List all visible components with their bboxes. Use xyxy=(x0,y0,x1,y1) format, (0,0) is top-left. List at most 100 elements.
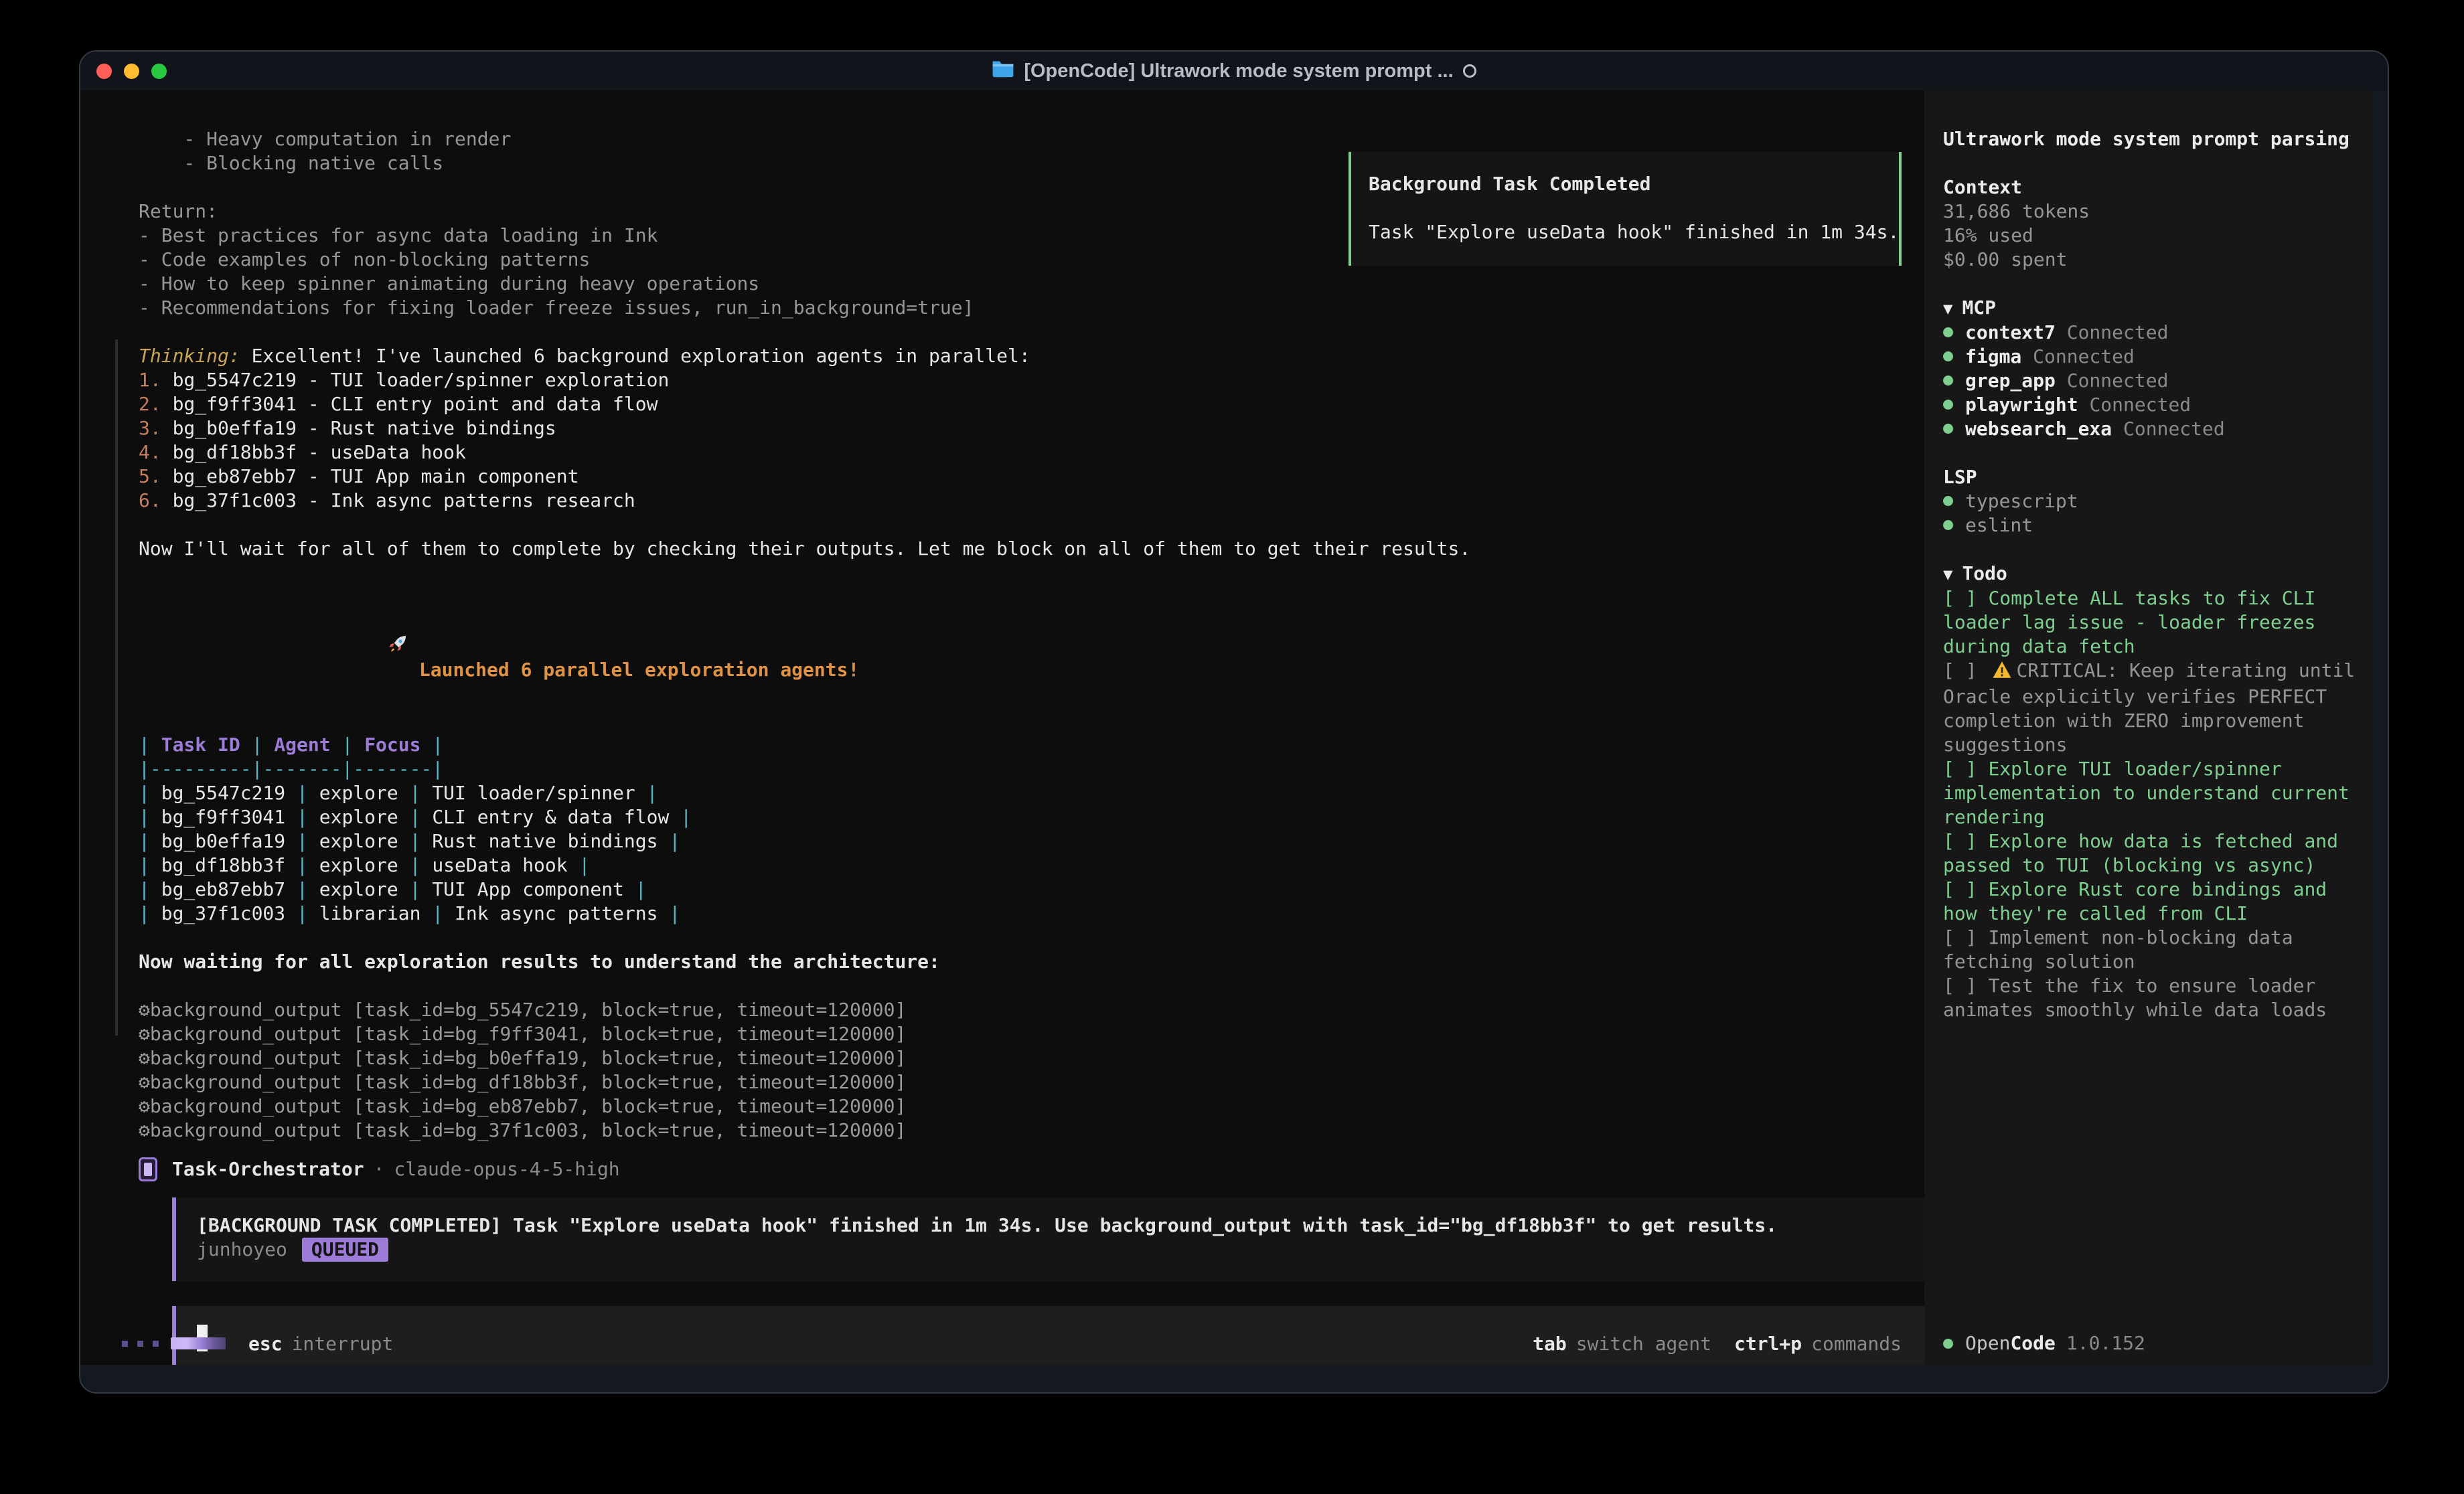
ctrlp-key-label: commands xyxy=(1811,1333,1902,1355)
table-header-row: | Task ID | Agent | Focus | xyxy=(139,733,1924,757)
list-text: bg_df18bb3f - useData hook xyxy=(161,441,466,463)
table-separator: |---------|-------|-------| xyxy=(139,757,1924,781)
warning-icon xyxy=(1992,661,2012,685)
list-number: 1. xyxy=(139,369,161,391)
mcp-name: grep_app xyxy=(1965,369,2056,392)
toast-body: Task "Explore useData hook" finished in … xyxy=(1369,220,1899,244)
table-row: | bg_df18bb3f | explore | useData hook | xyxy=(139,853,1924,878)
todo-item: [ ] Test the fix to ensure loader animat… xyxy=(1943,974,2361,1022)
agent-name: Task-Orchestrator xyxy=(172,1157,364,1181)
todo-text: Explore TUI loader/spinner implementatio… xyxy=(1943,758,2361,828)
status-dot-icon xyxy=(1943,520,1953,530)
todo-item: [ ] CRITICAL: Keep iterating until Oracl… xyxy=(1943,659,2361,757)
todo-item: [ ] Implement non-blocking data fetching… xyxy=(1943,926,2361,974)
agent-footer: Task-Orchestrator · claude-opus-4-5-high xyxy=(139,1156,1924,1183)
list-number: 6. xyxy=(139,489,161,511)
mcp-status: Connected xyxy=(2067,369,2169,392)
todo-item: [ ] Explore how data is fetched and pass… xyxy=(1943,829,2361,878)
titlebar[interactable]: [OpenCode] Ultrawork mode system prompt … xyxy=(80,52,2388,90)
esc-key-hint: esc xyxy=(248,1333,283,1355)
completed-message: [BACKGROUND TASK COMPLETED] Task "Explor… xyxy=(197,1214,1924,1238)
context-section: Context 31,686 tokens16% used$0.00 spent xyxy=(1943,175,2361,272)
todo-section: ▼Todo [ ] Complete ALL tasks to fix CLI … xyxy=(1943,562,2361,1022)
tool-call-text: background_output [task_id=bg_df18bb3f, … xyxy=(150,1071,906,1093)
context-line: - Heavy computation in render xyxy=(139,127,1924,151)
chat-main[interactable]: - Heavy computation in render - Blocking… xyxy=(80,90,1924,1365)
traffic-lights xyxy=(96,52,167,90)
mcp-status: Connected xyxy=(2067,321,2169,343)
minimize-button[interactable] xyxy=(124,64,139,79)
tool-call-line: ⚙background_output [task_id=bg_f9ff3041,… xyxy=(139,1022,1924,1046)
ctrlp-key-hint: ctrl+p xyxy=(1734,1333,1802,1355)
tool-call-line: ⚙background_output [task_id=bg_b0effa19,… xyxy=(139,1046,1924,1070)
todo-text: Implement non-blocking data fetching sol… xyxy=(1943,926,2304,973)
todo-checkbox: [ ] xyxy=(1943,659,1988,681)
todo-text: Explore how data is fetched and passed t… xyxy=(1943,830,2350,876)
sidebar: Ultrawork mode system prompt parsing Con… xyxy=(1924,90,2372,1365)
todo-item: [ ] Explore TUI loader/spinner implement… xyxy=(1943,757,2361,829)
wait-text: Now I'll wait for all of them to complet… xyxy=(139,537,1924,561)
window-title-text: [OpenCode] Ultrawork mode system prompt … xyxy=(1024,60,1453,82)
todo-checkbox: [ ] xyxy=(1943,830,1988,852)
gear-icon: ⚙ xyxy=(139,999,150,1021)
status-dot-icon xyxy=(1943,424,1953,434)
lsp-header: LSP xyxy=(1943,465,2361,489)
notification-toast: Background Task Completed Task "Explore … xyxy=(1349,152,1902,266)
completed-meta: junhoyeoQUEUED xyxy=(197,1238,1924,1262)
todo-checkbox: [ ] xyxy=(1943,975,1988,997)
thinking-text: Excellent! I've launched 6 background ex… xyxy=(240,345,1030,367)
status-left: esc interrupt xyxy=(122,1333,393,1355)
tool-call-text: background_output [task_id=bg_eb87ebb7, … xyxy=(150,1095,906,1117)
status-dot-icon xyxy=(1943,1339,1953,1349)
gear-icon: ⚙ xyxy=(139,1119,150,1141)
list-text: bg_f9ff3041 - CLI entry point and data f… xyxy=(161,393,658,415)
username: junhoyeo xyxy=(197,1238,287,1260)
todo-text: Complete ALL tasks to fix CLI loader lag… xyxy=(1943,587,2327,657)
lsp-name: typescript xyxy=(1965,490,2078,512)
app-version: 1.0.152 xyxy=(2066,1331,2145,1355)
chevron-down-icon: ▼ xyxy=(1943,565,1952,584)
transcript: - Heavy computation in render - Blocking… xyxy=(80,90,1924,1365)
desktop: { "titlebar": { "title": "[OpenCode] Ult… xyxy=(0,0,2464,1494)
table-row: | bg_37f1c003 | librarian | Ink async pa… xyxy=(139,902,1924,926)
agent-list-item: 5. bg_eb87ebb7 - TUI App main component xyxy=(139,465,1924,489)
mcp-header[interactable]: ▼MCP xyxy=(1943,296,2361,321)
return-line: - Recommendations for fixing loader free… xyxy=(139,296,1924,320)
folder-icon xyxy=(992,59,1014,83)
lsp-item: typescript xyxy=(1943,489,2361,513)
mcp-name: websearch_exa xyxy=(1965,418,2112,440)
zoom-button[interactable] xyxy=(151,64,167,79)
spinner-dot xyxy=(122,1341,128,1347)
mcp-section: ▼MCP context7 Connectedfigma Connectedgr… xyxy=(1943,296,2361,441)
todo-checkbox: [ ] xyxy=(1943,758,1988,780)
tool-call-text: background_output [task_id=bg_5547c219, … xyxy=(150,999,906,1021)
todo-item: [ ] Explore Rust core bindings and how t… xyxy=(1943,878,2361,926)
mcp-item: websearch_exa Connected xyxy=(1943,417,2361,441)
todo-item: [ ] Complete ALL tasks to fix CLI loader… xyxy=(1943,586,2361,659)
table-row: | bg_5547c219 | explore | TUI loader/spi… xyxy=(139,781,1924,805)
close-button[interactable] xyxy=(96,64,112,79)
mcp-status: Connected xyxy=(2033,345,2135,367)
tool-call-line: ⚙background_output [task_id=bg_5547c219,… xyxy=(139,998,1924,1022)
gear-icon: ⚙ xyxy=(139,1047,150,1069)
lsp-section: LSP typescripteslint xyxy=(1943,465,2361,537)
list-number: 3. xyxy=(139,417,161,439)
todo-header[interactable]: ▼Todo xyxy=(1943,562,2361,586)
context-stat: 31,686 tokens xyxy=(1943,199,2361,224)
gear-icon: ⚙ xyxy=(139,1071,150,1093)
mcp-name: playwright xyxy=(1965,394,2078,416)
thinking-block: Thinking: Excellent! I've launched 6 bac… xyxy=(139,344,1924,513)
table-row: | bg_f9ff3041 | explore | CLI entry & da… xyxy=(139,805,1924,829)
mcp-status: Connected xyxy=(2123,418,2225,440)
agent-list-item: 2. bg_f9ff3041 - CLI entry point and dat… xyxy=(139,392,1924,416)
table-row: | bg_b0effa19 | explore | Rust native bi… xyxy=(139,829,1924,853)
mcp-name: context7 xyxy=(1965,321,2056,343)
mcp-item: grep_app Connected xyxy=(1943,369,2361,393)
list-text: bg_b0effa19 - Rust native bindings xyxy=(161,417,556,439)
context-stat: 16% used xyxy=(1943,224,2361,248)
table-row: | bg_eb87ebb7 | explore | TUI App compon… xyxy=(139,878,1924,902)
mcp-item: playwright Connected xyxy=(1943,393,2361,417)
launched-text: Launched 6 parallel exploration agents! xyxy=(419,659,859,681)
context-header: Context xyxy=(1943,175,2361,199)
list-text: bg_5547c219 - TUI loader/spinner explora… xyxy=(161,369,670,391)
